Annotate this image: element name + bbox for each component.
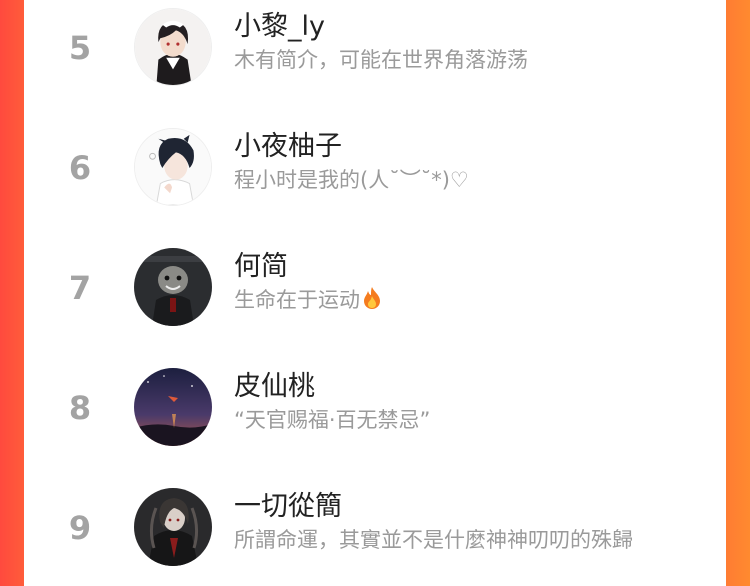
user-avatar[interactable] bbox=[134, 128, 212, 206]
avatar-anime-boy-maid-icon bbox=[135, 9, 211, 85]
ranking-row[interactable]: 8 皮仙桃 “天官赐福·百无禁忌” bbox=[24, 358, 726, 458]
avatar-dark-character-icon bbox=[134, 248, 212, 326]
rank-number: 6 bbox=[68, 149, 92, 187]
rank-number: 5 bbox=[68, 29, 92, 67]
rank-number: 7 bbox=[68, 269, 92, 307]
user-name[interactable]: 何简 bbox=[234, 250, 288, 284]
background-gradient-right bbox=[726, 0, 750, 586]
user-name[interactable]: 小黎_ly bbox=[234, 10, 325, 44]
user-bio: 程小时是我的(人˘︶˘*)♡ bbox=[234, 168, 469, 192]
user-avatar[interactable] bbox=[134, 8, 212, 86]
user-avatar[interactable] bbox=[134, 488, 212, 566]
user-avatar[interactable] bbox=[134, 368, 212, 446]
background-gradient-left bbox=[0, 0, 24, 586]
ranking-row[interactable]: 6 小夜柚子 程小时是我的(人˘︶˘*)♡ bbox=[24, 118, 726, 218]
user-name[interactable]: 小夜柚子 bbox=[234, 130, 342, 164]
user-bio: “天官赐福·百无禁忌” bbox=[234, 408, 431, 432]
ranking-list-card: 5 小黎_ly 木有简介，可能在世界角落游荡 6 小夜柚子 程小时是我的(人˘︶… bbox=[24, 0, 726, 586]
user-bio: 所謂命運，其實並不是什麼神神叨叨的殊歸 bbox=[234, 528, 633, 552]
avatar-dark-anime-warrior-icon bbox=[134, 488, 212, 566]
avatar-night-sky-icon bbox=[134, 368, 212, 446]
ranking-row[interactable]: 7 何简 生命在于运动 bbox=[24, 238, 726, 338]
ranking-row[interactable]: 5 小黎_ly 木有简介，可能在世界角落游荡 bbox=[24, 0, 726, 98]
rank-number: 9 bbox=[68, 509, 92, 547]
rank-number: 8 bbox=[68, 389, 92, 427]
user-avatar[interactable] bbox=[134, 248, 212, 326]
ranking-row[interactable]: 9 一切從簡 所謂命運，其實並不是什麼神神叨叨的殊歸 bbox=[24, 478, 726, 578]
user-name[interactable]: 皮仙桃 bbox=[234, 370, 315, 404]
fire-icon bbox=[361, 286, 383, 317]
user-name[interactable]: 一切從簡 bbox=[234, 490, 342, 524]
avatar-anime-boy-dark-hair-icon bbox=[135, 129, 211, 205]
user-bio: 木有简介，可能在世界角落游荡 bbox=[234, 48, 528, 72]
user-bio-text: 生命在于运动 bbox=[234, 288, 360, 312]
user-bio: 生命在于运动 bbox=[234, 286, 383, 317]
